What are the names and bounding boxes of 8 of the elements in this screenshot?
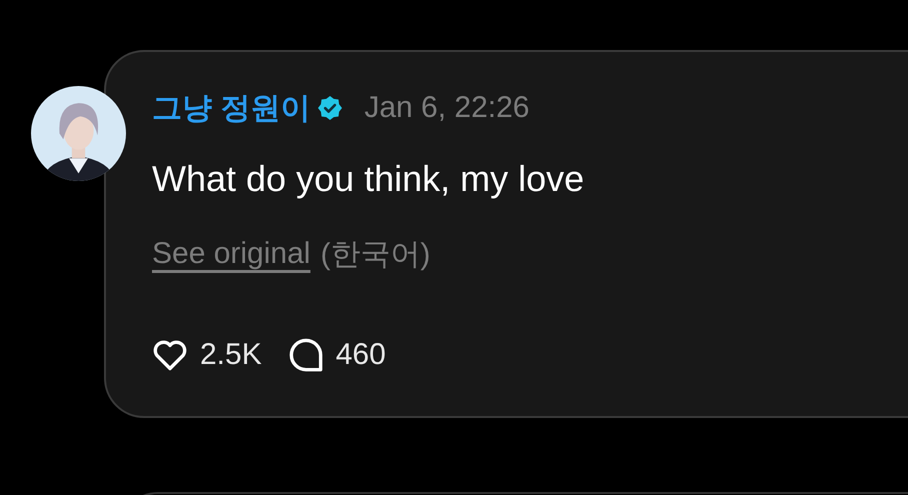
like-count: 2.5K [200, 338, 262, 372]
language-label: (한국어) [320, 236, 430, 272]
author-name[interactable]: 그냥 정원이 [152, 88, 310, 128]
post-text: What do you think, my love [152, 157, 586, 201]
reply-count: 460 [336, 338, 386, 372]
timestamp: Jan 6, 22:26 [364, 91, 530, 125]
speech-bubble-icon[interactable] [288, 337, 324, 373]
see-original-link[interactable]: See original [152, 237, 310, 271]
